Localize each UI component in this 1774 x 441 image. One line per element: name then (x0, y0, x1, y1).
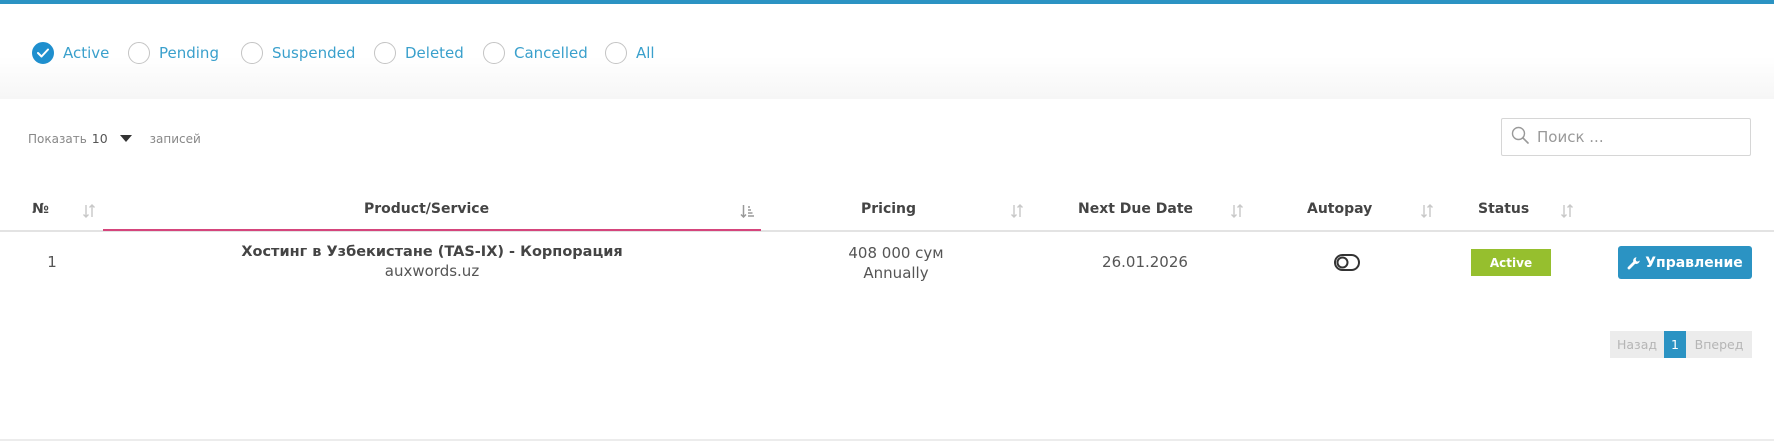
search-box (1501, 118, 1751, 156)
search-input[interactable] (1537, 128, 1737, 146)
next-due-date: 26.01.2026 (1102, 253, 1188, 271)
column-header-product[interactable]: Product/Service (364, 201, 489, 217)
radio-unchecked-icon (374, 42, 396, 64)
filter-deleted[interactable]: Deleted (374, 42, 464, 64)
pagination-next[interactable]: Вперед (1686, 331, 1752, 358)
check-icon (32, 42, 54, 64)
filter-cancelled[interactable]: Cancelled (483, 42, 588, 64)
filter-label: Active (63, 44, 110, 62)
filter-label: Suspended (272, 44, 356, 62)
length-prefix: Показать (28, 131, 87, 146)
sort-icon[interactable] (1420, 203, 1434, 222)
status-filter-bar: Active Pending Suspended Deleted Cancell… (0, 4, 1774, 99)
sort-icon[interactable] (1560, 203, 1574, 222)
wrench-icon (1627, 256, 1641, 270)
price-amount: 408 000 сум (848, 244, 944, 262)
filter-pending[interactable]: Pending (128, 42, 219, 64)
filter-suspended[interactable]: Suspended (241, 42, 355, 64)
manage-button[interactable]: Управление (1618, 246, 1752, 279)
status-badge: Active (1471, 249, 1551, 276)
row-number: 1 (47, 253, 57, 271)
sort-ascending-icon[interactable] (740, 203, 755, 222)
radio-unchecked-icon (483, 42, 505, 64)
radio-unchecked-icon (128, 42, 150, 64)
autopay-toggle-icon[interactable] (1334, 254, 1360, 271)
filter-all[interactable]: All (605, 42, 655, 64)
filter-label: Cancelled (514, 44, 588, 62)
column-header-number[interactable]: № (32, 201, 49, 217)
column-header-pricing[interactable]: Pricing (861, 201, 916, 217)
sorted-column-indicator (103, 229, 761, 231)
pagination-page[interactable]: 1 (1664, 331, 1686, 358)
product-cell[interactable]: Хостинг в Узбекистане (TAS-IX) - Корпора… (232, 244, 632, 280)
filter-label: Pending (159, 44, 219, 62)
entries-length-menu: Показать 10 записей (28, 131, 201, 146)
billing-cycle: Annually (863, 264, 929, 282)
pagination-prev[interactable]: Назад (1610, 331, 1664, 358)
filter-label: Deleted (405, 44, 464, 62)
radio-unchecked-icon (241, 42, 263, 64)
length-value[interactable]: 10 (92, 131, 108, 146)
column-header-autopay[interactable]: Autopay (1307, 201, 1372, 217)
search-icon (1511, 126, 1529, 148)
pricing-cell: 408 000 сум Annually (816, 244, 976, 282)
column-header-next-due-date[interactable]: Next Due Date (1078, 201, 1193, 217)
filter-active[interactable]: Active (32, 42, 109, 64)
column-header-status[interactable]: Status (1478, 201, 1529, 217)
filter-label: All (636, 44, 655, 62)
sort-icon[interactable] (1230, 203, 1244, 222)
product-name: Хостинг в Узбекистане (TAS-IX) - Корпора… (241, 244, 623, 260)
caret-down-icon[interactable] (119, 135, 132, 142)
manage-button-label: Управление (1645, 254, 1743, 271)
radio-unchecked-icon (605, 42, 627, 64)
length-suffix: записей (149, 131, 201, 146)
product-domain: auxwords.uz (384, 262, 480, 280)
sort-icon[interactable] (82, 203, 96, 222)
sort-icon[interactable] (1010, 203, 1024, 222)
